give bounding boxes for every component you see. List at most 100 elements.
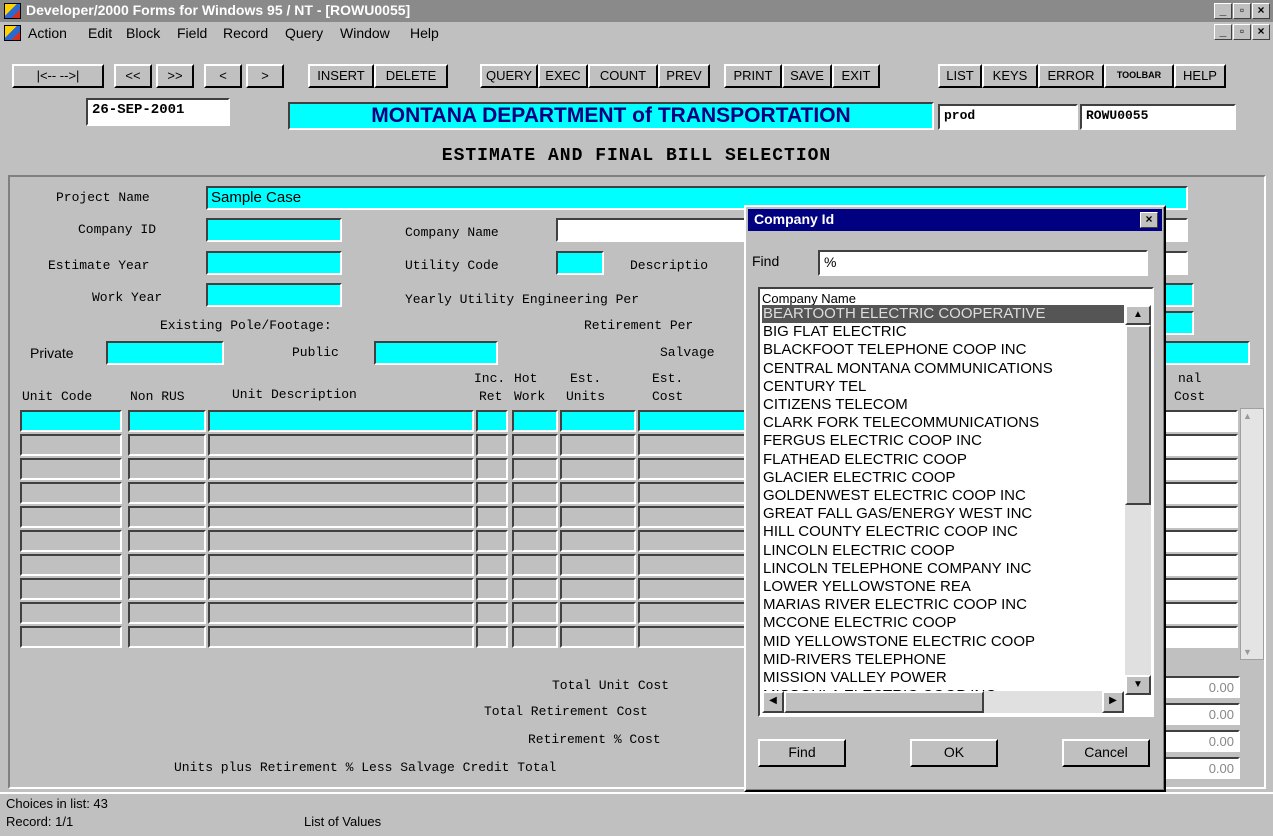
grid-cell-unit-description[interactable] (208, 530, 474, 552)
grid-cell-inc-ret[interactable] (476, 602, 508, 624)
insert-button[interactable]: INSERT (308, 64, 374, 88)
grid-cell-inc-ret[interactable] (476, 482, 508, 504)
scroll-thumb[interactable] (1125, 325, 1151, 505)
keys-button[interactable]: KEYS (982, 64, 1038, 88)
menu-query[interactable]: Query (285, 25, 323, 41)
grid-cell-est-units[interactable] (560, 410, 636, 432)
grid-cell-est-cost[interactable] (638, 410, 746, 432)
grid-cell-unit-code[interactable] (20, 602, 122, 624)
grid-cell-est-cost[interactable] (638, 554, 746, 576)
list-item[interactable]: BIG FLAT ELECTRIC (762, 323, 1124, 341)
grid-cell-est-units[interactable] (560, 482, 636, 504)
count-button[interactable]: COUNT (588, 64, 658, 88)
list-item[interactable]: BEARTOOTH ELECTRIC COOPERATIVE (762, 305, 1124, 323)
grid-cell-est-units[interactable] (560, 506, 636, 528)
grid-cell-inc-ret[interactable] (476, 530, 508, 552)
grid-cell-hot-work[interactable] (512, 626, 558, 648)
dialog-find-button[interactable]: Find (758, 739, 846, 767)
grid-cell-final-cost[interactable] (1164, 578, 1238, 600)
grid-scrollbar[interactable]: ▲ ▼ (1240, 408, 1264, 660)
list-item[interactable]: CITIZENS TELECOM (762, 396, 1124, 414)
grid-cell-est-cost[interactable] (638, 578, 746, 600)
grid-cell-unit-description[interactable] (208, 482, 474, 504)
utility-code-field[interactable] (556, 251, 604, 275)
grid-cell-hot-work[interactable] (512, 554, 558, 576)
grid-cell-est-cost[interactable] (638, 602, 746, 624)
grid-cell-final-cost[interactable] (1164, 482, 1238, 504)
grid-cell-unit-code[interactable] (20, 578, 122, 600)
scroll-down-arrow-icon[interactable]: ▼ (1125, 675, 1151, 695)
company-id-field[interactable] (206, 218, 342, 242)
grid-cell-hot-work[interactable] (512, 434, 558, 456)
grid-cell-hot-work[interactable] (512, 602, 558, 624)
grid-cell-final-cost[interactable] (1164, 602, 1238, 624)
grid-cell-non-rus[interactable] (128, 554, 206, 576)
doc-maximize-button[interactable]: ▫ (1233, 24, 1251, 40)
yearly-engineering-field[interactable] (1164, 283, 1194, 307)
maximize-button[interactable]: ▫ (1233, 3, 1251, 19)
grid-cell-inc-ret[interactable] (476, 554, 508, 576)
grid-cell-est-units[interactable] (560, 578, 636, 600)
grid-cell-unit-code[interactable] (20, 554, 122, 576)
list-item[interactable]: BLACKFOOT TELEPHONE COOP INC (762, 341, 1124, 359)
prev-block-button[interactable]: << (114, 64, 152, 88)
grid-cell-inc-ret[interactable] (476, 626, 508, 648)
list-item[interactable]: MARIAS RIVER ELECTRIC COOP INC (762, 596, 1124, 614)
menu-action[interactable]: Action (28, 25, 67, 41)
grid-cell-unit-code[interactable] (20, 626, 122, 648)
company-name-field-end[interactable] (1164, 218, 1188, 242)
doc-minimize-button[interactable]: _ (1214, 24, 1232, 40)
grid-cell-hot-work[interactable] (512, 410, 558, 432)
grid-cell-unit-description[interactable] (208, 626, 474, 648)
grid-cell-est-cost[interactable] (638, 458, 746, 480)
grid-cell-est-cost[interactable] (638, 482, 746, 504)
scroll-left-arrow-icon[interactable]: ◀ (762, 691, 784, 713)
grid-cell-non-rus[interactable] (128, 530, 206, 552)
menu-block[interactable]: Block (126, 25, 160, 41)
list-item[interactable]: GLACIER ELECTRIC COOP (762, 469, 1124, 487)
grid-cell-unit-code[interactable] (20, 530, 122, 552)
grid-cell-est-units[interactable] (560, 434, 636, 456)
grid-cell-inc-ret[interactable] (476, 410, 508, 432)
minimize-button[interactable]: _ (1214, 3, 1232, 19)
grid-cell-est-units[interactable] (560, 530, 636, 552)
list-item[interactable]: MISSION VALLEY POWER (762, 669, 1124, 687)
private-field[interactable] (106, 341, 224, 365)
list-button[interactable]: LIST (938, 64, 982, 88)
list-item[interactable]: HILL COUNTY ELECTRIC COOP INC (762, 523, 1124, 541)
scroll-right-arrow-icon[interactable]: ▶ (1102, 691, 1124, 713)
next-block-button[interactable]: >> (156, 64, 194, 88)
save-button[interactable]: SAVE (782, 64, 832, 88)
toolbar-button[interactable]: TOOLBAR (1104, 64, 1174, 88)
grid-cell-non-rus[interactable] (128, 434, 206, 456)
grid-cell-est-cost[interactable] (638, 506, 746, 528)
work-year-field[interactable] (206, 283, 342, 307)
grid-cell-est-cost[interactable] (638, 626, 746, 648)
menu-help[interactable]: Help (410, 25, 439, 41)
help-button[interactable]: HELP (1174, 64, 1226, 88)
list-item[interactable]: CENTURY TEL (762, 378, 1124, 396)
grid-cell-unit-description[interactable] (208, 602, 474, 624)
grid-cell-unit-code[interactable] (20, 482, 122, 504)
grid-cell-non-rus[interactable] (128, 506, 206, 528)
grid-cell-inc-ret[interactable] (476, 506, 508, 528)
find-input[interactable]: % (818, 250, 1148, 276)
query-button[interactable]: QUERY (480, 64, 538, 88)
description-field[interactable] (1164, 251, 1188, 275)
grid-cell-unit-description[interactable] (208, 578, 474, 600)
grid-cell-non-rus[interactable] (128, 626, 206, 648)
list-horizontal-scrollbar[interactable]: ◀ ▶ (762, 691, 1124, 713)
grid-cell-non-rus[interactable] (128, 482, 206, 504)
public-field[interactable] (374, 341, 498, 365)
exec-button[interactable]: EXEC (538, 64, 588, 88)
grid-cell-est-units[interactable] (560, 602, 636, 624)
list-item[interactable]: LINCOLN TELEPHONE COMPANY INC (762, 560, 1124, 578)
grid-cell-est-units[interactable] (560, 554, 636, 576)
grid-cell-unit-code[interactable] (20, 458, 122, 480)
error-button[interactable]: ERROR (1038, 64, 1104, 88)
first-last-button[interactable]: |<-- -->| (12, 64, 104, 88)
close-button[interactable]: × (1252, 3, 1270, 19)
list-item[interactable]: MID-RIVERS TELEPHONE (762, 651, 1124, 669)
scroll-down-icon[interactable]: ▼ (1243, 647, 1252, 657)
list-item[interactable]: GREAT FALL GAS/ENERGY WEST INC (762, 505, 1124, 523)
